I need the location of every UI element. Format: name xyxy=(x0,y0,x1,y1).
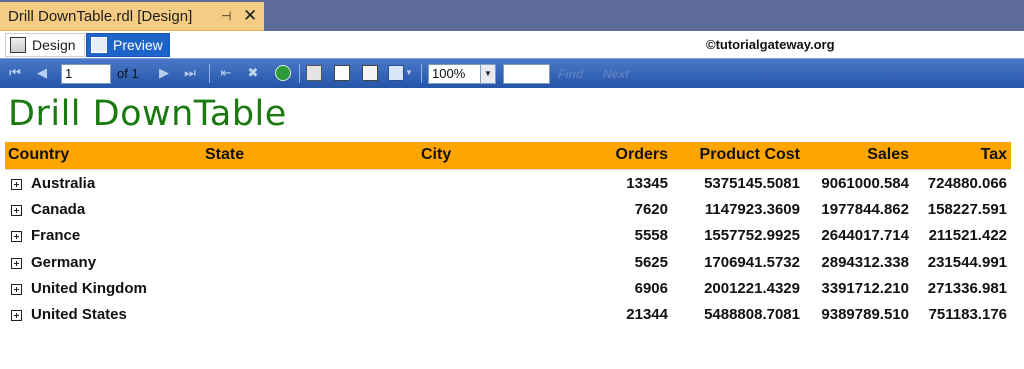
page-setup-icon[interactable] xyxy=(362,65,378,81)
pin-icon[interactable]: ⊣ xyxy=(221,9,231,23)
orders-cell: 5558 xyxy=(634,227,668,244)
tax-cell: 158227.591 xyxy=(927,201,1007,218)
country-cell: United Kingdom xyxy=(31,280,147,297)
orders-cell: 13345 xyxy=(626,175,668,192)
country-cell: France xyxy=(31,227,81,244)
document-tab[interactable]: Drill DownTable.rdl [Design] ⊣ ✕ xyxy=(0,2,264,31)
close-icon[interactable]: ✕ xyxy=(243,6,257,26)
table-row: Canada 7620 1147923.3609 1977844.862 158… xyxy=(5,197,1011,223)
expand-icon[interactable] xyxy=(11,205,22,216)
orders-cell: 5625 xyxy=(634,254,668,271)
toolbar-separator xyxy=(421,64,422,83)
report-toolbar: ⏮ ◀ 1 of 1 ▶ ⏭ ⇤ ✖ ▼ 100% ▼ Find Next xyxy=(0,58,1024,88)
table-row: Germany 5625 1706941.5732 2894312.338 23… xyxy=(5,250,1011,276)
first-page-icon[interactable]: ⏮ xyxy=(8,66,22,80)
product-cost-cell: 2001221.4329 xyxy=(704,280,800,297)
column-header-country: Country xyxy=(8,146,70,163)
page-count-label: of 1 xyxy=(117,66,139,81)
previous-page-icon[interactable]: ◀ xyxy=(35,66,49,80)
product-cost-cell: 1557752.9925 xyxy=(704,227,800,244)
preview-icon xyxy=(91,37,107,53)
orders-cell: 21344 xyxy=(626,306,668,323)
tax-cell: 231544.991 xyxy=(927,254,1007,271)
column-header-sales: Sales xyxy=(867,146,909,163)
table-row: Australia 13345 5375145.5081 9061000.584… xyxy=(5,171,1011,197)
orders-cell: 6906 xyxy=(634,280,668,297)
table-header: Country State City Orders Product Cost S… xyxy=(5,142,1011,170)
toolbar-separator xyxy=(209,64,210,83)
find-next-link[interactable]: Next xyxy=(603,67,629,81)
country-cell: United States xyxy=(31,306,127,323)
zoom-value: 100% xyxy=(432,66,466,81)
product-cost-cell: 5375145.5081 xyxy=(704,175,800,192)
export-icon[interactable] xyxy=(388,65,404,81)
view-tab-strip: Design Preview ©tutorialgateway.org xyxy=(0,31,1024,58)
document-tab-title: Drill DownTable.rdl [Design] xyxy=(8,8,193,25)
current-page-input[interactable]: 1 xyxy=(61,64,111,84)
column-header-state: State xyxy=(205,146,245,163)
design-icon xyxy=(10,37,26,53)
product-cost-cell: 1147923.3609 xyxy=(704,201,800,218)
tab-design[interactable]: Design xyxy=(5,33,85,57)
refresh-icon[interactable] xyxy=(275,65,291,81)
country-cell: Australia xyxy=(31,175,96,192)
sales-cell: 2644017.714 xyxy=(821,227,909,244)
next-page-icon[interactable]: ▶ xyxy=(157,66,171,80)
zoom-select[interactable]: 100% ▼ xyxy=(428,64,496,84)
expand-icon[interactable] xyxy=(11,310,22,321)
sales-cell: 3391712.210 xyxy=(821,280,909,297)
tax-cell: 724880.066 xyxy=(927,175,1007,192)
column-header-tax: Tax xyxy=(980,146,1007,163)
export-dropdown-icon[interactable]: ▼ xyxy=(405,66,413,80)
find-input[interactable] xyxy=(503,64,550,84)
product-cost-cell: 1706941.5732 xyxy=(704,254,800,271)
tax-cell: 751183.176 xyxy=(928,306,1007,323)
sales-cell: 2894312.338 xyxy=(821,254,909,271)
expand-icon[interactable] xyxy=(11,179,22,190)
report-title: Drill DownTable xyxy=(8,94,287,134)
tab-preview-label: Preview xyxy=(113,37,163,53)
title-bar: Drill DownTable.rdl [Design] ⊣ ✕ xyxy=(0,0,1024,31)
tax-cell: 271336.981 xyxy=(927,280,1007,297)
country-cell: Canada xyxy=(31,201,86,218)
country-cell: Germany xyxy=(31,254,97,271)
table-row: France 5558 1557752.9925 2644017.714 211… xyxy=(5,223,1011,249)
tab-design-label: Design xyxy=(32,37,76,53)
last-page-icon[interactable]: ⏭ xyxy=(183,66,197,80)
sales-cell: 1977844.862 xyxy=(821,201,909,218)
sales-cell: 9389789.510 xyxy=(821,306,909,323)
expand-icon[interactable] xyxy=(11,284,22,295)
table-row: United States 21344 5488808.7081 9389789… xyxy=(5,302,1011,328)
tax-cell: 211521.422 xyxy=(928,227,1007,244)
table-row: United Kingdom 6906 2001221.4329 3391712… xyxy=(5,276,1011,302)
column-header-product-cost: Product Cost xyxy=(699,146,800,163)
print-layout-icon[interactable] xyxy=(334,65,350,81)
chevron-down-icon[interactable]: ▼ xyxy=(480,65,495,83)
print-icon[interactable] xyxy=(306,65,322,81)
orders-cell: 7620 xyxy=(634,201,668,218)
tab-preview[interactable]: Preview xyxy=(86,33,170,57)
expand-icon[interactable] xyxy=(11,231,22,242)
stop-icon[interactable]: ✖ xyxy=(246,66,260,80)
find-link[interactable]: Find xyxy=(558,67,583,81)
sales-cell: 9061000.584 xyxy=(821,175,909,192)
expand-icon[interactable] xyxy=(11,258,22,269)
watermark: ©tutorialgateway.org xyxy=(706,37,835,52)
product-cost-cell: 5488808.7081 xyxy=(704,306,800,323)
toolbar-separator xyxy=(299,64,300,83)
column-header-orders: Orders xyxy=(615,146,668,163)
column-header-city: City xyxy=(421,146,452,163)
back-icon[interactable]: ⇤ xyxy=(219,66,233,80)
